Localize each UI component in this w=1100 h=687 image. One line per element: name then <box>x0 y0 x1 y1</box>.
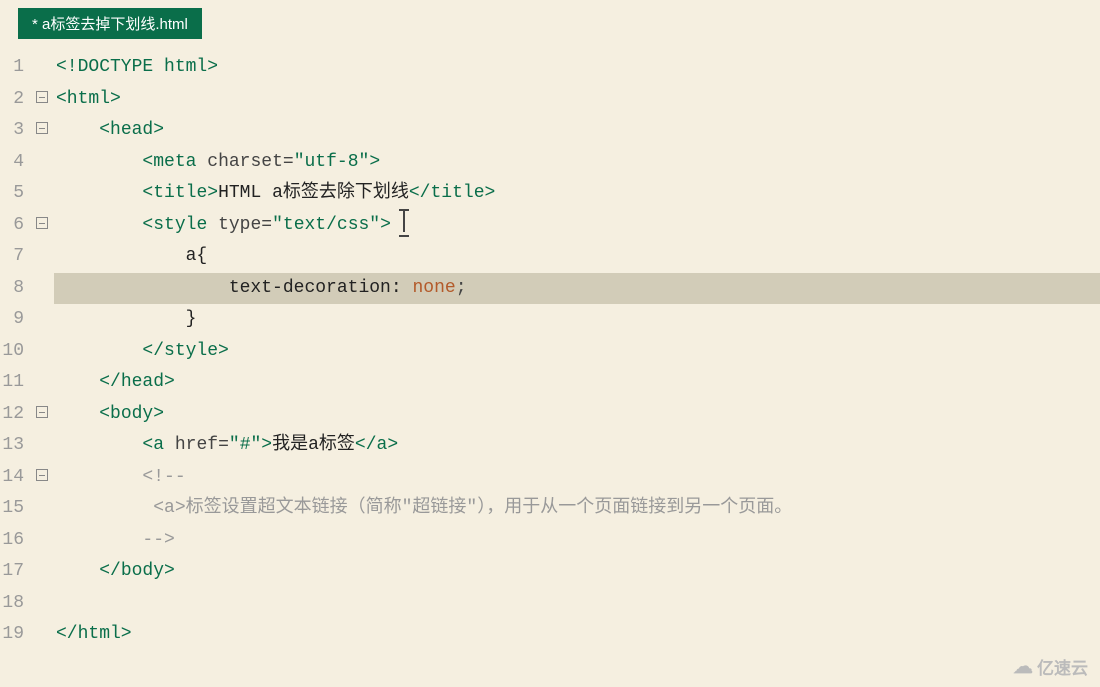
tab-bar: * a标签去掉下划线.html <box>0 0 1100 40</box>
line-number: 19 <box>0 619 24 651</box>
code-line[interactable]: <meta charset="utf-8"> <box>54 147 1100 179</box>
code-line[interactable]: </html> <box>54 619 1100 651</box>
code-line[interactable]: <body> <box>54 399 1100 431</box>
line-number: 11 <box>0 367 24 399</box>
watermark: ☁ 亿速云 <box>1013 654 1088 679</box>
code-line[interactable]: <!DOCTYPE html> <box>54 52 1100 84</box>
fold-toggle-icon[interactable] <box>36 469 48 481</box>
code-line[interactable]: <title>HTML a标签去除下划线</title> <box>54 178 1100 210</box>
fold-gutter <box>30 52 54 651</box>
line-number: 4 <box>0 147 24 179</box>
code-line[interactable]: } <box>54 304 1100 336</box>
line-number: 17 <box>0 556 24 588</box>
fold-toggle-icon[interactable] <box>36 91 48 103</box>
code-line[interactable]: --> <box>54 525 1100 557</box>
line-number: 7 <box>0 241 24 273</box>
code-line[interactable]: </style> <box>54 336 1100 368</box>
code-line[interactable]: <a>标签设置超文本链接（简称"超链接"），用于从一个页面链接到另一个页面。 <box>54 493 1100 525</box>
editor-area: 1 2 3 4 5 6 7 8 9 10 11 12 13 14 15 16 1… <box>0 52 1100 651</box>
file-tab[interactable]: * a标签去掉下划线.html <box>18 8 202 39</box>
fold-toggle-icon[interactable] <box>36 217 48 229</box>
cloud-icon: ☁ <box>1013 654 1033 679</box>
code-line-active[interactable]: text-decoration: none; <box>54 273 1100 305</box>
fold-toggle-icon[interactable] <box>36 406 48 418</box>
line-number: 3 <box>0 115 24 147</box>
code-line[interactable]: <html> <box>54 84 1100 116</box>
line-number: 16 <box>0 525 24 557</box>
watermark-text: 亿速云 <box>1037 654 1088 679</box>
line-number: 9 <box>0 304 24 336</box>
code-line[interactable]: <!-- <box>54 462 1100 494</box>
line-number: 12 <box>0 399 24 431</box>
line-number: 2 <box>0 84 24 116</box>
code-line[interactable] <box>54 588 1100 620</box>
code-line[interactable]: </body> <box>54 556 1100 588</box>
line-number: 15 <box>0 493 24 525</box>
code-line[interactable]: </head> <box>54 367 1100 399</box>
line-number: 10 <box>0 336 24 368</box>
line-number: 8 <box>0 273 24 305</box>
code-line[interactable]: <style type="text/css"> <box>54 210 1100 242</box>
code-line[interactable]: a{ <box>54 241 1100 273</box>
line-number: 6 <box>0 210 24 242</box>
line-number: 5 <box>0 178 24 210</box>
line-number: 14 <box>0 462 24 494</box>
fold-toggle-icon[interactable] <box>36 122 48 134</box>
code-line[interactable]: <head> <box>54 115 1100 147</box>
line-number: 1 <box>0 52 24 84</box>
code-area[interactable]: <!DOCTYPE html> <html> <head> <meta char… <box>54 52 1100 651</box>
line-number-gutter: 1 2 3 4 5 6 7 8 9 10 11 12 13 14 15 16 1… <box>0 52 30 651</box>
line-number: 13 <box>0 430 24 462</box>
text-cursor-icon <box>403 213 404 235</box>
code-line[interactable]: <a href="#">我是a标签</a> <box>54 430 1100 462</box>
line-number: 18 <box>0 588 24 620</box>
